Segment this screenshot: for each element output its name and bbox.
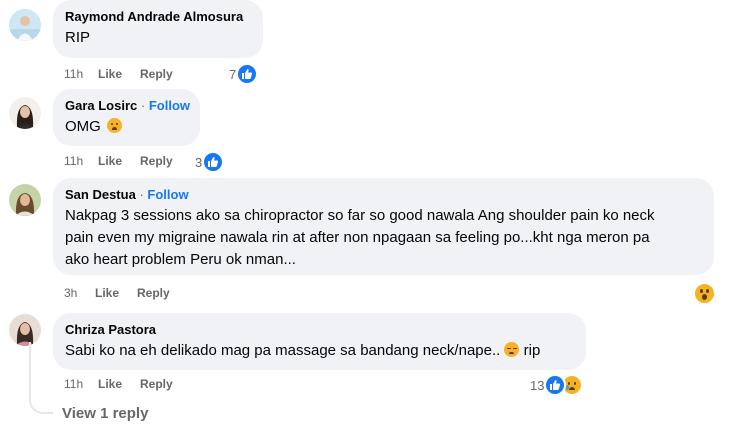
- comment-author[interactable]: San Destua: [65, 187, 136, 202]
- avatar[interactable]: [9, 9, 41, 41]
- comment-time[interactable]: 11h: [64, 153, 98, 169]
- follow-button[interactable]: Follow: [149, 98, 190, 113]
- comment-bubble: Chriza Pastora Sabi ko na eh delikado ma…: [53, 313, 586, 370]
- comment-text: Sabi ko na eh delikado mag pa massage sa…: [65, 342, 501, 359]
- reply-button[interactable]: Reply: [137, 285, 170, 301]
- comment-author[interactable]: Raymond Andrade Almosura: [65, 9, 243, 24]
- comment-text: Nakpag 3 sessions ako sa chiropractor so…: [65, 207, 655, 268]
- comment-text: RIP: [65, 29, 91, 46]
- reply-button[interactable]: Reply: [140, 66, 173, 82]
- thread-connector: [29, 342, 53, 414]
- like-button[interactable]: Like: [98, 376, 140, 392]
- reaction-summary[interactable]: 7: [229, 63, 259, 85]
- like-icon: [202, 151, 225, 173]
- reaction-summary[interactable]: 3: [195, 151, 225, 173]
- avatar[interactable]: [9, 184, 41, 216]
- sad-emoji-icon: [107, 118, 123, 133]
- like-icon: [236, 63, 259, 85]
- comment-actions: 11h Like Reply: [64, 66, 173, 82]
- like-button[interactable]: Like: [95, 285, 137, 301]
- reply-button[interactable]: Reply: [140, 376, 173, 392]
- sad-emoji-icon: [504, 342, 520, 357]
- reaction-count: 3: [195, 154, 203, 170]
- comment-time[interactable]: 11h: [64, 376, 98, 392]
- comment-text-suffix: rip: [523, 342, 541, 359]
- like-button[interactable]: Like: [98, 66, 140, 82]
- avatar[interactable]: [9, 97, 41, 129]
- reaction-summary[interactable]: [694, 283, 715, 304]
- comment-actions: 11h Like Reply: [64, 376, 173, 392]
- comment-bubble: San Destua · Follow Nakpag 3 sessions ak…: [53, 178, 714, 275]
- view-replies-link[interactable]: View 1 reply: [62, 405, 148, 422]
- comment-actions: 11h Like Reply: [64, 153, 173, 169]
- comment-actions: 3h Like Reply: [64, 285, 170, 301]
- reaction-count: 7: [229, 66, 237, 82]
- like-button[interactable]: Like: [98, 153, 140, 169]
- follow-button[interactable]: Follow: [147, 187, 188, 202]
- comment-bubble: Gara Losirc · Follow OMG: [53, 89, 200, 146]
- comment-author[interactable]: Chriza Pastora: [65, 322, 156, 337]
- comment-bubble: Raymond Andrade Almosura RIP: [53, 0, 263, 58]
- reply-button[interactable]: Reply: [140, 153, 173, 169]
- wow-emoji-icon: [694, 283, 715, 304]
- comment-text: OMG: [65, 118, 101, 135]
- comment-time[interactable]: 11h: [64, 66, 98, 82]
- comment-time[interactable]: 3h: [64, 285, 95, 301]
- reaction-summary[interactable]: 13: [530, 374, 584, 396]
- comment-author[interactable]: Gara Losirc: [65, 98, 137, 113]
- reaction-count: 13: [530, 377, 545, 393]
